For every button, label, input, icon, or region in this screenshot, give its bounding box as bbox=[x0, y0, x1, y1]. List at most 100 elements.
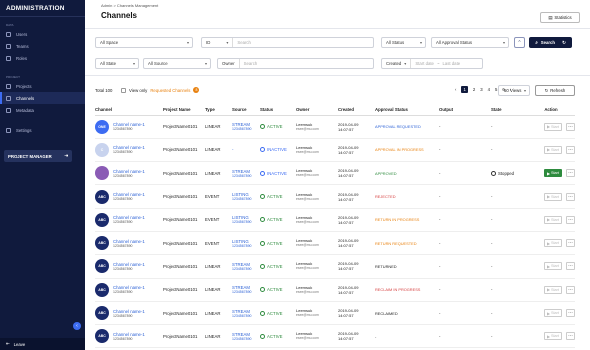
space-select[interactable]: All Space ▾ bbox=[95, 37, 193, 48]
column-header[interactable]: Channel bbox=[95, 104, 163, 116]
search-input[interactable]: Search bbox=[237, 40, 251, 45]
created-cell: 2019-04-09 14:07:57 bbox=[338, 208, 375, 232]
more-options-button[interactable]: … bbox=[566, 192, 575, 201]
refresh-button[interactable]: ↻ Refresh bbox=[535, 85, 575, 96]
checkbox[interactable] bbox=[121, 87, 126, 93]
column-header[interactable]: Status bbox=[260, 104, 296, 116]
requested-filter-checkbox[interactable]: View only Requested Channels 8 bbox=[121, 87, 200, 93]
column-header[interactable]: Action bbox=[527, 104, 575, 116]
column-header[interactable]: Owner bbox=[296, 104, 338, 116]
state-cell: - bbox=[491, 208, 527, 232]
table-row[interactable]: ABC Channel name-1 1234567890 ProjectName01… bbox=[95, 324, 575, 349]
channel-name-link[interactable]: Channel name-1 bbox=[113, 239, 145, 244]
id-search-field[interactable]: ID ▾ Search bbox=[201, 37, 374, 48]
sidebar-item-channels[interactable]: Channels bbox=[0, 92, 85, 104]
more-options-button[interactable]: … bbox=[566, 215, 575, 224]
more-options-button[interactable]: … bbox=[566, 262, 575, 271]
more-options-button[interactable]: … bbox=[566, 239, 575, 248]
start-button[interactable]: ▶ Start bbox=[544, 145, 562, 154]
table-row[interactable]: ABC Channel name-1 1234567890 ProjectName01… bbox=[95, 278, 575, 302]
table-row[interactable]: Channel name-1 1234567890 ProjectName0101 L… bbox=[95, 161, 575, 186]
more-options-button[interactable]: … bbox=[566, 169, 575, 178]
channel-id: 1234567890 bbox=[113, 150, 133, 155]
channel-name-link[interactable]: Channel name-1 bbox=[113, 169, 145, 174]
source-id: 1234567890 bbox=[232, 197, 252, 202]
owner-email: esee@mu.com bbox=[296, 149, 319, 154]
start-date-input[interactable]: Start date bbox=[415, 61, 434, 66]
table-row[interactable]: ABC Channel name-1 1234567890 ProjectName01… bbox=[95, 301, 575, 326]
date-range-field[interactable]: Created ▾ Start date ~ Last date bbox=[381, 58, 483, 69]
sidebar-item-teams[interactable]: Teams bbox=[0, 40, 85, 52]
sidebar-item-users[interactable]: Users bbox=[0, 28, 85, 40]
more-options-button[interactable]: … bbox=[566, 145, 575, 154]
column-header[interactable]: Approval Status bbox=[375, 104, 439, 116]
sidebar-item-projects[interactable]: Projects bbox=[0, 80, 85, 92]
start-button[interactable]: ▶ Start bbox=[544, 215, 562, 224]
page-button[interactable]: 3 bbox=[480, 87, 482, 92]
sidebar-item-label: Metadata bbox=[16, 107, 34, 113]
sidebar-item-roles[interactable]: Roles bbox=[0, 52, 85, 64]
table-row[interactable]: ABC Channel name-1 1234567890 ProjectName01… bbox=[95, 231, 575, 256]
owner-search-input[interactable]: Search bbox=[244, 61, 258, 66]
created-cell: 2019-04-09 14:07:57 bbox=[338, 301, 375, 326]
table-row[interactable]: ONE Channel name-1 1234567890 ProjectName01… bbox=[95, 115, 575, 139]
column-header[interactable]: Type bbox=[205, 104, 232, 116]
date-type-select[interactable]: Created bbox=[386, 61, 401, 66]
source-id: 1234567890 bbox=[232, 173, 252, 178]
collapse-sidebar-button[interactable]: ‹ bbox=[73, 322, 81, 330]
breadcrumb: Admin > Channels Management bbox=[101, 3, 159, 8]
status-select[interactable]: All Status ▾ bbox=[381, 37, 426, 48]
state-select[interactable]: All State ▾ bbox=[95, 58, 139, 69]
project-manager-button[interactable]: PROJECT MANAGER ⇥ bbox=[4, 150, 72, 162]
created-time: 14:07:57 bbox=[338, 126, 354, 132]
source-link[interactable]: - bbox=[232, 147, 260, 152]
start-button[interactable]: ▶ Start bbox=[544, 239, 562, 248]
column-header[interactable]: Output bbox=[439, 104, 491, 116]
sidebar-item-settings[interactable]: Settings bbox=[0, 124, 85, 136]
sidebar-item-metadata[interactable]: Metadata bbox=[0, 104, 85, 116]
start-button[interactable]: ▶ Start bbox=[544, 309, 562, 318]
column-header[interactable]: Project Name bbox=[163, 104, 205, 116]
toggle-filters-button[interactable]: ⌃ bbox=[514, 37, 525, 48]
more-options-button[interactable]: … bbox=[566, 309, 575, 318]
end-date-input[interactable]: Last date bbox=[442, 61, 460, 66]
more-options-button[interactable]: … bbox=[566, 285, 575, 294]
start-button[interactable]: ▶ Start bbox=[544, 169, 562, 178]
approval-status-select[interactable]: All Approval Status ▾ bbox=[431, 37, 509, 48]
search-button[interactable]: ⌕ Search ↻ bbox=[529, 37, 572, 48]
page-button[interactable]: 2 bbox=[473, 87, 475, 92]
table-row[interactable]: ABC Channel name-1 1234567890 ProjectName01… bbox=[95, 254, 575, 279]
type-cell: LINEAR bbox=[205, 161, 232, 186]
channel-id: 1234567890 bbox=[113, 266, 133, 271]
views-select[interactable]: 50 Views ▾ bbox=[498, 85, 530, 96]
channel-cell: Channel name-1 1234567890 bbox=[95, 161, 163, 186]
start-button[interactable]: ▶ Start bbox=[544, 192, 562, 201]
source-id: 1234567890 bbox=[232, 336, 252, 341]
state-text: - bbox=[491, 124, 493, 130]
column-header[interactable]: Source bbox=[232, 104, 260, 116]
leave-button[interactable]: ⇤ Leave bbox=[0, 338, 85, 350]
table-row[interactable]: ABC Channel name-1 1234567890 ProjectName01… bbox=[95, 184, 575, 209]
more-options-button[interactable]: … bbox=[566, 122, 575, 131]
table-row[interactable]: C Channel name-1 1234567890 ProjectName0101… bbox=[95, 138, 575, 163]
source-select[interactable]: All Source ▾ bbox=[143, 58, 211, 69]
chart-icon: ▤ bbox=[548, 14, 553, 20]
column-header[interactable]: Created bbox=[338, 104, 375, 116]
page-button[interactable]: 4 bbox=[488, 87, 490, 92]
source-id: 1234567890 bbox=[232, 127, 252, 132]
source-cell: LISTING 1234567890 bbox=[232, 231, 260, 256]
start-button[interactable]: ▶ Start bbox=[544, 262, 562, 271]
column-header[interactable]: State bbox=[491, 104, 527, 116]
start-button[interactable]: ▶ Start bbox=[544, 122, 562, 131]
project-name-cell: ProjectName0101 bbox=[163, 231, 205, 256]
prev-page-button[interactable]: ‹ bbox=[455, 87, 456, 92]
start-button[interactable]: ▶ Start bbox=[544, 332, 562, 341]
channel-icon bbox=[6, 95, 11, 101]
table-row[interactable]: ABC Channel name-1 1234567890 ProjectName01… bbox=[95, 208, 575, 232]
page-button[interactable]: 1 bbox=[461, 86, 468, 93]
channel-name-link[interactable]: Channel name-1 bbox=[113, 309, 145, 314]
owner-search-field[interactable]: Owner Search bbox=[217, 58, 374, 69]
more-options-button[interactable]: … bbox=[566, 332, 575, 341]
start-button[interactable]: ▶ Start bbox=[544, 285, 562, 294]
statistics-button[interactable]: ▤ Statistics bbox=[540, 12, 580, 23]
